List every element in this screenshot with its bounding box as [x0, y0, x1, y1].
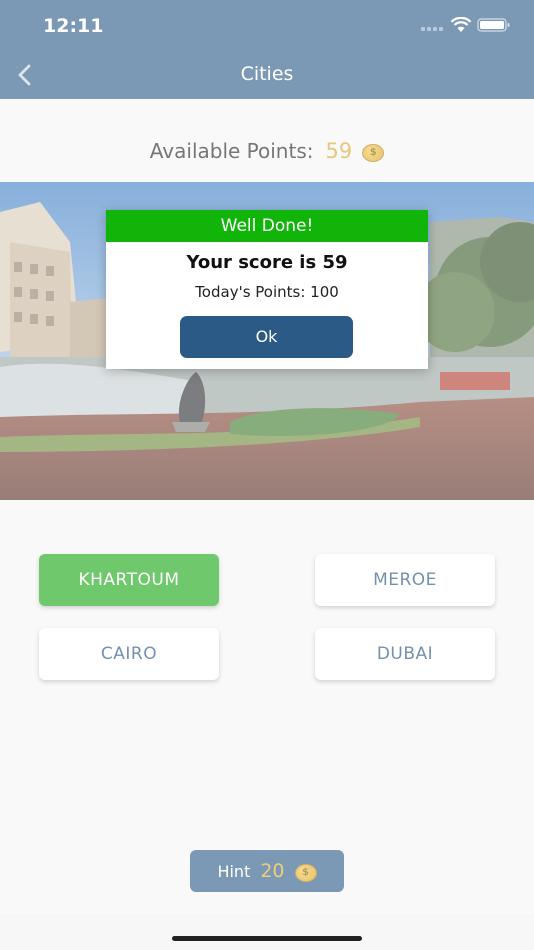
modal-backdrop [0, 0, 534, 914]
score-text: Your score is 59 [186, 252, 348, 273]
result-dialog: Well Done! Your score is 59 Today's Poin… [106, 210, 428, 369]
bottom-bar [0, 914, 534, 950]
ok-button[interactable]: Ok [180, 316, 353, 358]
dialog-header: Well Done! [106, 210, 428, 242]
todays-points-text: Today's Points: 100 [195, 283, 339, 301]
home-indicator[interactable] [172, 936, 362, 941]
